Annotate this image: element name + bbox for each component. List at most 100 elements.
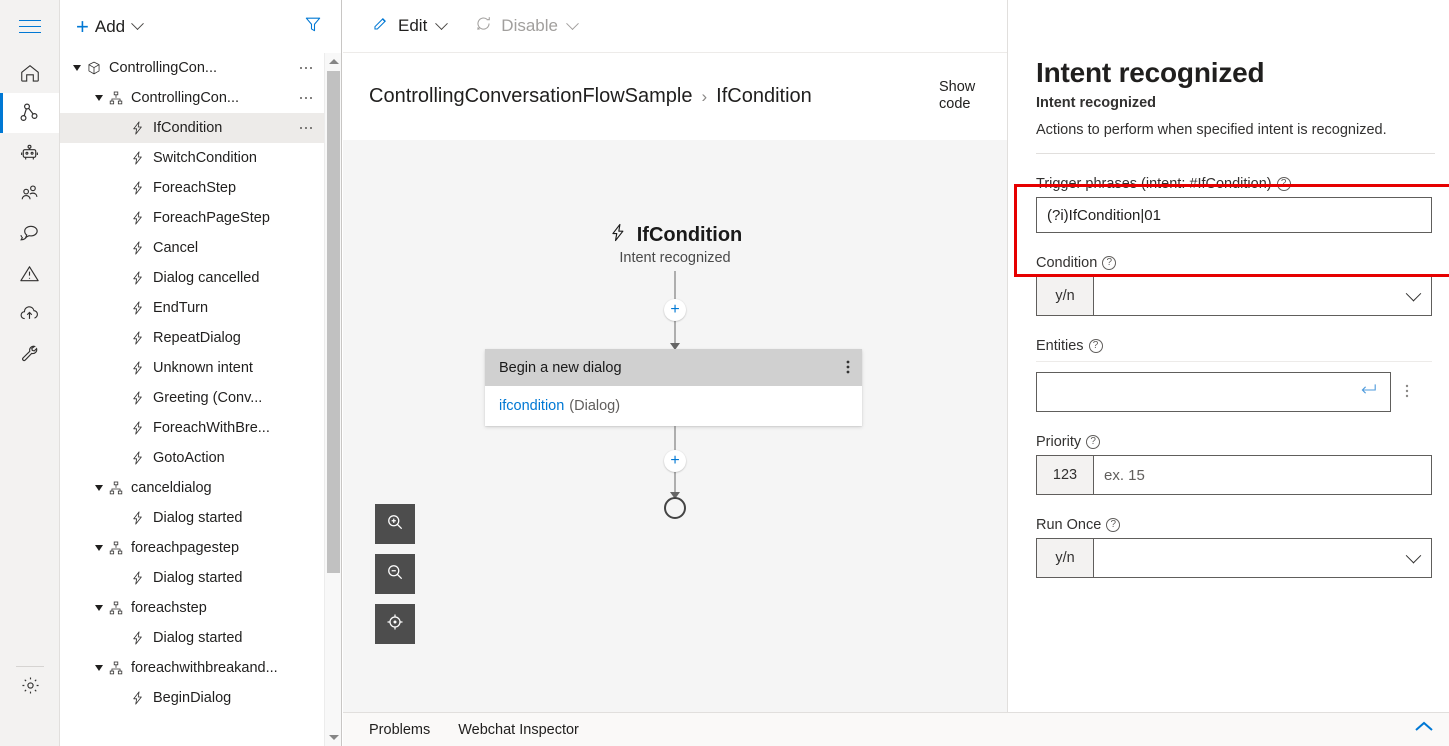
tree-item-greeting-conv[interactable]: Greeting (Conv... (60, 383, 325, 413)
trigger-icon (130, 240, 146, 256)
tree-item-controllingcon[interactable]: ControllingCon... ⋯ (60, 83, 325, 113)
entities-input[interactable] (1036, 372, 1391, 412)
add-action-button-top[interactable]: + (664, 299, 686, 321)
tab-webchat-inspector[interactable]: Webchat Inspector (458, 722, 579, 738)
chevron-expanded-icon[interactable] (95, 545, 103, 551)
tree-item-foreachwithbre[interactable]: ForeachWithBre... (60, 413, 325, 443)
scrollbar-thumb[interactable] (327, 71, 340, 573)
tree-item-foreachpagestep[interactable]: foreachpagestep (60, 533, 325, 563)
enter-return-icon[interactable] (1358, 382, 1378, 403)
tree-item-begindialog[interactable]: BeginDialog (60, 683, 325, 713)
tree-item-endturn[interactable]: EndTurn (60, 293, 325, 323)
tree-item-dialog-started[interactable]: Dialog started (60, 503, 325, 533)
trigger-icon (130, 360, 146, 376)
help-circle-icon[interactable]: ? (1102, 256, 1117, 270)
chevron-expanded-icon[interactable] (73, 65, 81, 71)
trigger-phrases-input[interactable]: (?i)IfCondition|01 (1036, 197, 1432, 233)
scroll-up-button[interactable] (325, 53, 342, 70)
flow-card-begin-dialog[interactable]: Begin a new dialog ifcondition (Dialog) (485, 349, 862, 426)
help-circle-icon[interactable]: ? (1106, 518, 1121, 532)
show-code-button[interactable]: Show code (939, 79, 987, 112)
tree-item-foreachpagestep[interactable]: ForeachPageStep (60, 203, 325, 233)
tree-item-label: Greeting (Conv... (153, 390, 263, 406)
rail-item-user-says[interactable] (0, 173, 59, 213)
breadcrumb-current[interactable]: IfCondition (716, 85, 812, 108)
tree-scrollbar[interactable] (324, 53, 341, 746)
condition-type-toggle[interactable]: y/n (1036, 276, 1093, 316)
tree-item-switchcondition[interactable]: SwitchCondition (60, 143, 325, 173)
tree-item-more-button[interactable]: ⋯ (299, 121, 316, 136)
more-vertical-icon[interactable] (1405, 383, 1409, 401)
wrench-icon (18, 342, 41, 365)
tree-item-ifcondition[interactable]: IfCondition ⋯ (60, 113, 325, 143)
tree-item-repeatdialog[interactable]: RepeatDialog (60, 323, 325, 353)
rail-item-evaluate[interactable] (0, 213, 59, 253)
rail-item-home[interactable] (0, 53, 59, 93)
warning-triangle-icon (18, 262, 41, 285)
rail-item-design[interactable] (0, 93, 59, 133)
zoom-out-button[interactable] (375, 554, 415, 594)
properties-description: Actions to perform when specified intent… (1036, 122, 1387, 138)
tab-problems[interactable]: Problems (369, 722, 430, 738)
canvas-panel: Edit Disable ControllingConversationFlow… (343, 0, 1007, 746)
chevron-down-icon[interactable] (1405, 285, 1422, 301)
tree-item-dialog-started[interactable]: Dialog started (60, 623, 325, 653)
add-action-button-bottom[interactable]: + (664, 450, 686, 472)
dialog-icon (108, 90, 124, 106)
help-circle-icon[interactable]: ? (1088, 339, 1103, 353)
chevron-down-icon (131, 17, 144, 31)
help-circle-icon[interactable]: ? (1086, 435, 1101, 449)
rail-item-publish[interactable] (0, 293, 59, 333)
priority-input[interactable]: ex. 15 (1093, 455, 1432, 495)
tree-item-controllingcon[interactable]: ControllingCon... ⋯ (60, 53, 325, 83)
breadcrumb: ControllingConversationFlowSample › IfCo… (369, 85, 812, 108)
disable-button[interactable]: Disable (474, 14, 579, 38)
add-button[interactable]: + Add (76, 15, 144, 38)
condition-input[interactable] (1093, 276, 1432, 316)
tree-item-foreachwithbreakand[interactable]: foreachwithbreakand... (60, 653, 325, 683)
focus-button[interactable] (375, 604, 415, 644)
tree-item-more-button[interactable]: ⋯ (299, 61, 316, 76)
menu-toggle-icon[interactable] (18, 19, 41, 34)
edit-button[interactable]: Edit (371, 14, 449, 38)
tree-item-gotoaction[interactable]: GotoAction (60, 443, 325, 473)
zoom-in-button[interactable] (375, 504, 415, 544)
dialog-icon (108, 540, 124, 556)
chevron-expanded-icon[interactable] (95, 485, 103, 491)
rail-item-notifications[interactable] (0, 253, 59, 293)
more-vertical-icon[interactable] (846, 359, 850, 377)
tree-item-label: IfCondition (153, 120, 223, 136)
help-circle-icon[interactable]: ? (1276, 177, 1291, 191)
trigger-icon (130, 390, 146, 406)
tree-item-foreachstep[interactable]: foreachstep (60, 593, 325, 623)
tree-item-label: ControllingCon... (131, 90, 239, 106)
tree-item-cancel[interactable]: Cancel (60, 233, 325, 263)
flow-canvas[interactable]: IfCondition Intent recognized + Begin a … (343, 140, 1007, 712)
tree-item-more-button[interactable]: ⋯ (299, 91, 316, 106)
run-once-type-toggle[interactable]: y/n (1036, 538, 1093, 578)
chevron-expanded-icon[interactable] (95, 95, 103, 101)
focus-target-icon (385, 612, 405, 637)
chevron-expanded-icon[interactable] (95, 665, 103, 671)
breadcrumb-root[interactable]: ControllingConversationFlowSample (369, 85, 693, 108)
tree-item-canceldialog[interactable]: canceldialog (60, 473, 325, 503)
rail-settings[interactable] (0, 666, 60, 702)
tree-item-dialog-cancelled[interactable]: Dialog cancelled (60, 263, 325, 293)
chat-bubbles-icon (18, 222, 41, 245)
chevron-down-icon[interactable] (1405, 547, 1422, 563)
tree-item-unknown-intent[interactable]: Unknown intent (60, 353, 325, 383)
tree-item-dialog-started[interactable]: Dialog started (60, 563, 325, 593)
rail-item-skills[interactable] (0, 333, 59, 373)
scroll-down-button[interactable] (325, 729, 342, 746)
rail-item-bot-says[interactable] (0, 133, 59, 173)
chevron-expanded-icon[interactable] (95, 605, 103, 611)
status-collapse-button[interactable] (1413, 720, 1435, 739)
dialog-icon (108, 600, 124, 616)
flow-card-dialog-link[interactable]: ifcondition (499, 398, 564, 414)
priority-type-toggle[interactable]: 123 (1036, 455, 1093, 495)
bot-package-icon (86, 60, 102, 76)
priority-placeholder: ex. 15 (1104, 466, 1145, 484)
run-once-input[interactable] (1093, 538, 1432, 578)
tree-item-foreachstep[interactable]: ForeachStep (60, 173, 325, 203)
filter-button[interactable] (299, 10, 327, 43)
